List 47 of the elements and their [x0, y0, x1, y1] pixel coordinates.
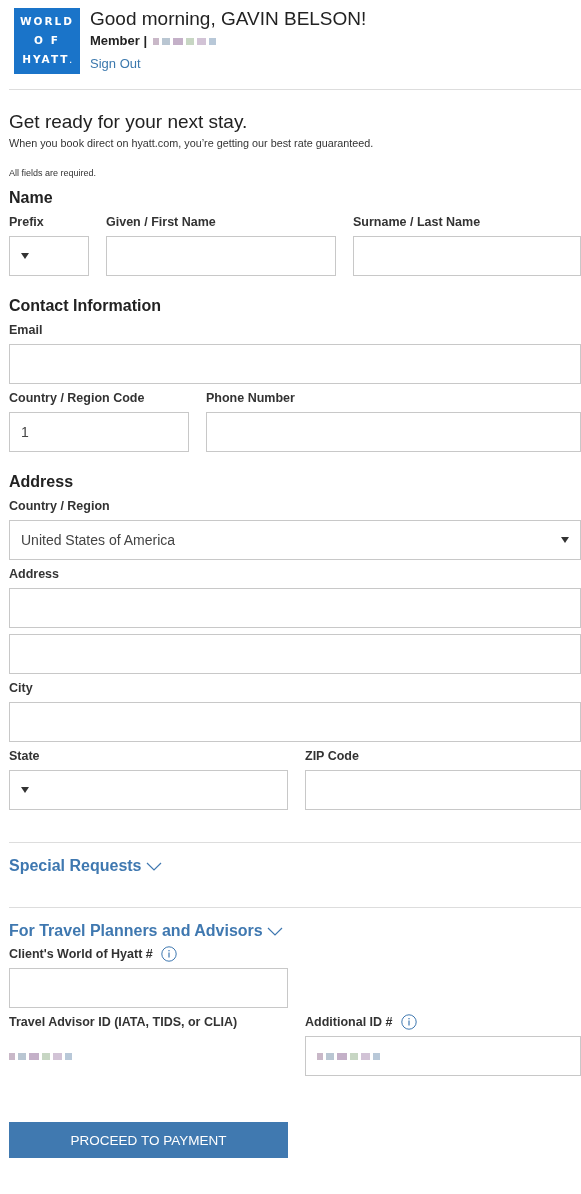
field-label: Client's World of Hyatt # — [9, 947, 153, 961]
text-field[interactable] — [206, 412, 581, 452]
dropdown[interactable] — [9, 770, 288, 810]
caret-icon — [21, 253, 29, 259]
text-field[interactable] — [9, 344, 581, 384]
greeting: Good morning, GAVIN BELSON! — [90, 7, 367, 31]
field-label: Prefix — [9, 215, 44, 229]
section-title: Contact Information — [9, 296, 162, 316]
proceed-button[interactable]: PROCEED TO PAYMENT — [9, 1122, 288, 1158]
text-field[interactable] — [305, 1036, 581, 1076]
section-title: Name — [9, 188, 54, 208]
field-label: State — [9, 749, 40, 763]
field-label: Travel Advisor ID (IATA, TIDS, or CLIA) — [9, 1015, 238, 1029]
section-toggle[interactable]: For Travel Planners and Advisors — [9, 922, 283, 940]
section-toggle[interactable]: Special Requests — [9, 857, 162, 875]
info-icon[interactable] — [400, 1014, 417, 1030]
text-field[interactable] — [353, 236, 581, 276]
text-field[interactable] — [9, 588, 581, 628]
chevron-icon — [266, 926, 283, 936]
text-field[interactable] — [9, 634, 581, 674]
subtitle: When you book direct on hyatt.com, you’re getting our best rate guaranteed. — [9, 137, 375, 149]
field-label: Email — [9, 323, 43, 337]
info-icon[interactable] — [160, 946, 177, 962]
field-label: Phone Number — [206, 391, 295, 405]
text-field[interactable]: 1 — [9, 412, 189, 452]
field-label: Given / First Name — [106, 215, 216, 229]
page-title: Get ready for your next stay. — [9, 110, 249, 134]
text-field[interactable] — [106, 236, 336, 276]
dropdown[interactable]: United States of America — [9, 520, 581, 560]
field-label: ZIP Code — [305, 749, 359, 763]
dropdown[interactable] — [9, 236, 89, 276]
field-label: Address — [9, 567, 60, 581]
field-label: Surname / Last Name — [353, 215, 481, 229]
chevron-icon — [145, 861, 162, 871]
member-label: Member | — [90, 33, 148, 48]
field-label: City — [9, 681, 33, 695]
caret-icon — [21, 787, 29, 793]
field-label: Country / Region Code — [9, 391, 145, 405]
field-label: Country / Region — [9, 499, 110, 513]
section-title: Address — [9, 472, 75, 492]
caret-icon — [561, 537, 569, 543]
sign-out-link[interactable]: Sign Out — [90, 56, 141, 71]
text-field[interactable] — [9, 968, 288, 1008]
text-field[interactable] — [305, 770, 581, 810]
field-label: Additional ID # — [305, 1015, 393, 1029]
required-note: All fields are required. — [9, 168, 98, 178]
text-field[interactable] — [9, 702, 581, 742]
